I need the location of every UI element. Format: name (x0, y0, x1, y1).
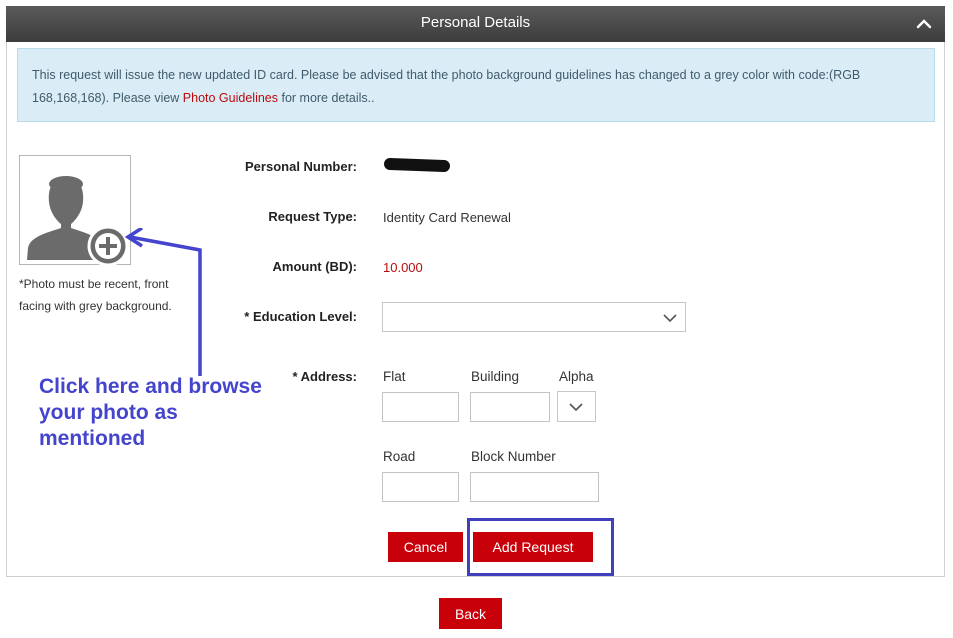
flat-input[interactable] (382, 392, 459, 422)
panel-title: Personal Details (420, 14, 531, 31)
info-notice: This request will issue the new updated … (17, 48, 935, 122)
annotation-text: Click here and browse your photo as ment… (39, 375, 262, 450)
education-level-select[interactable] (382, 302, 686, 332)
flat-label: Flat (383, 369, 406, 384)
photo-guidelines-link[interactable]: Photo Guidelines (183, 91, 278, 105)
request-type-label: Request Type: (268, 209, 357, 224)
road-label: Road (383, 449, 416, 464)
panel-header[interactable]: Personal Details (6, 6, 945, 42)
alpha-select[interactable] (557, 391, 596, 422)
back-button[interactable]: Back (439, 598, 502, 629)
chevron-down-icon (663, 314, 677, 323)
add-request-highlight (467, 518, 614, 576)
personal-number-label: Personal Number: (245, 159, 357, 174)
building-input[interactable] (470, 392, 550, 422)
chevron-down-icon (569, 403, 583, 412)
amount-label: Amount (BD): (272, 259, 357, 274)
redacted-personal-number (383, 157, 451, 173)
education-level-label: * Education Level: (244, 309, 357, 324)
chevron-up-icon[interactable] (915, 15, 933, 33)
building-label: Building (471, 369, 520, 384)
road-input[interactable] (382, 472, 459, 502)
block-number-label: Block Number (471, 449, 556, 464)
request-type-value: Identity Card Renewal (383, 210, 511, 225)
annotation-arrow (124, 228, 202, 376)
photo-upload[interactable] (19, 155, 131, 267)
alpha-label: Alpha (559, 369, 594, 384)
block-number-input[interactable] (470, 472, 599, 502)
address-label: * Address: (292, 369, 357, 384)
cancel-button[interactable]: Cancel (388, 532, 463, 562)
notice-text-after: for more details.. (278, 91, 375, 105)
amount-value: 10.000 (383, 260, 423, 275)
notice-text-before: This request will issue the new updated … (32, 68, 861, 105)
